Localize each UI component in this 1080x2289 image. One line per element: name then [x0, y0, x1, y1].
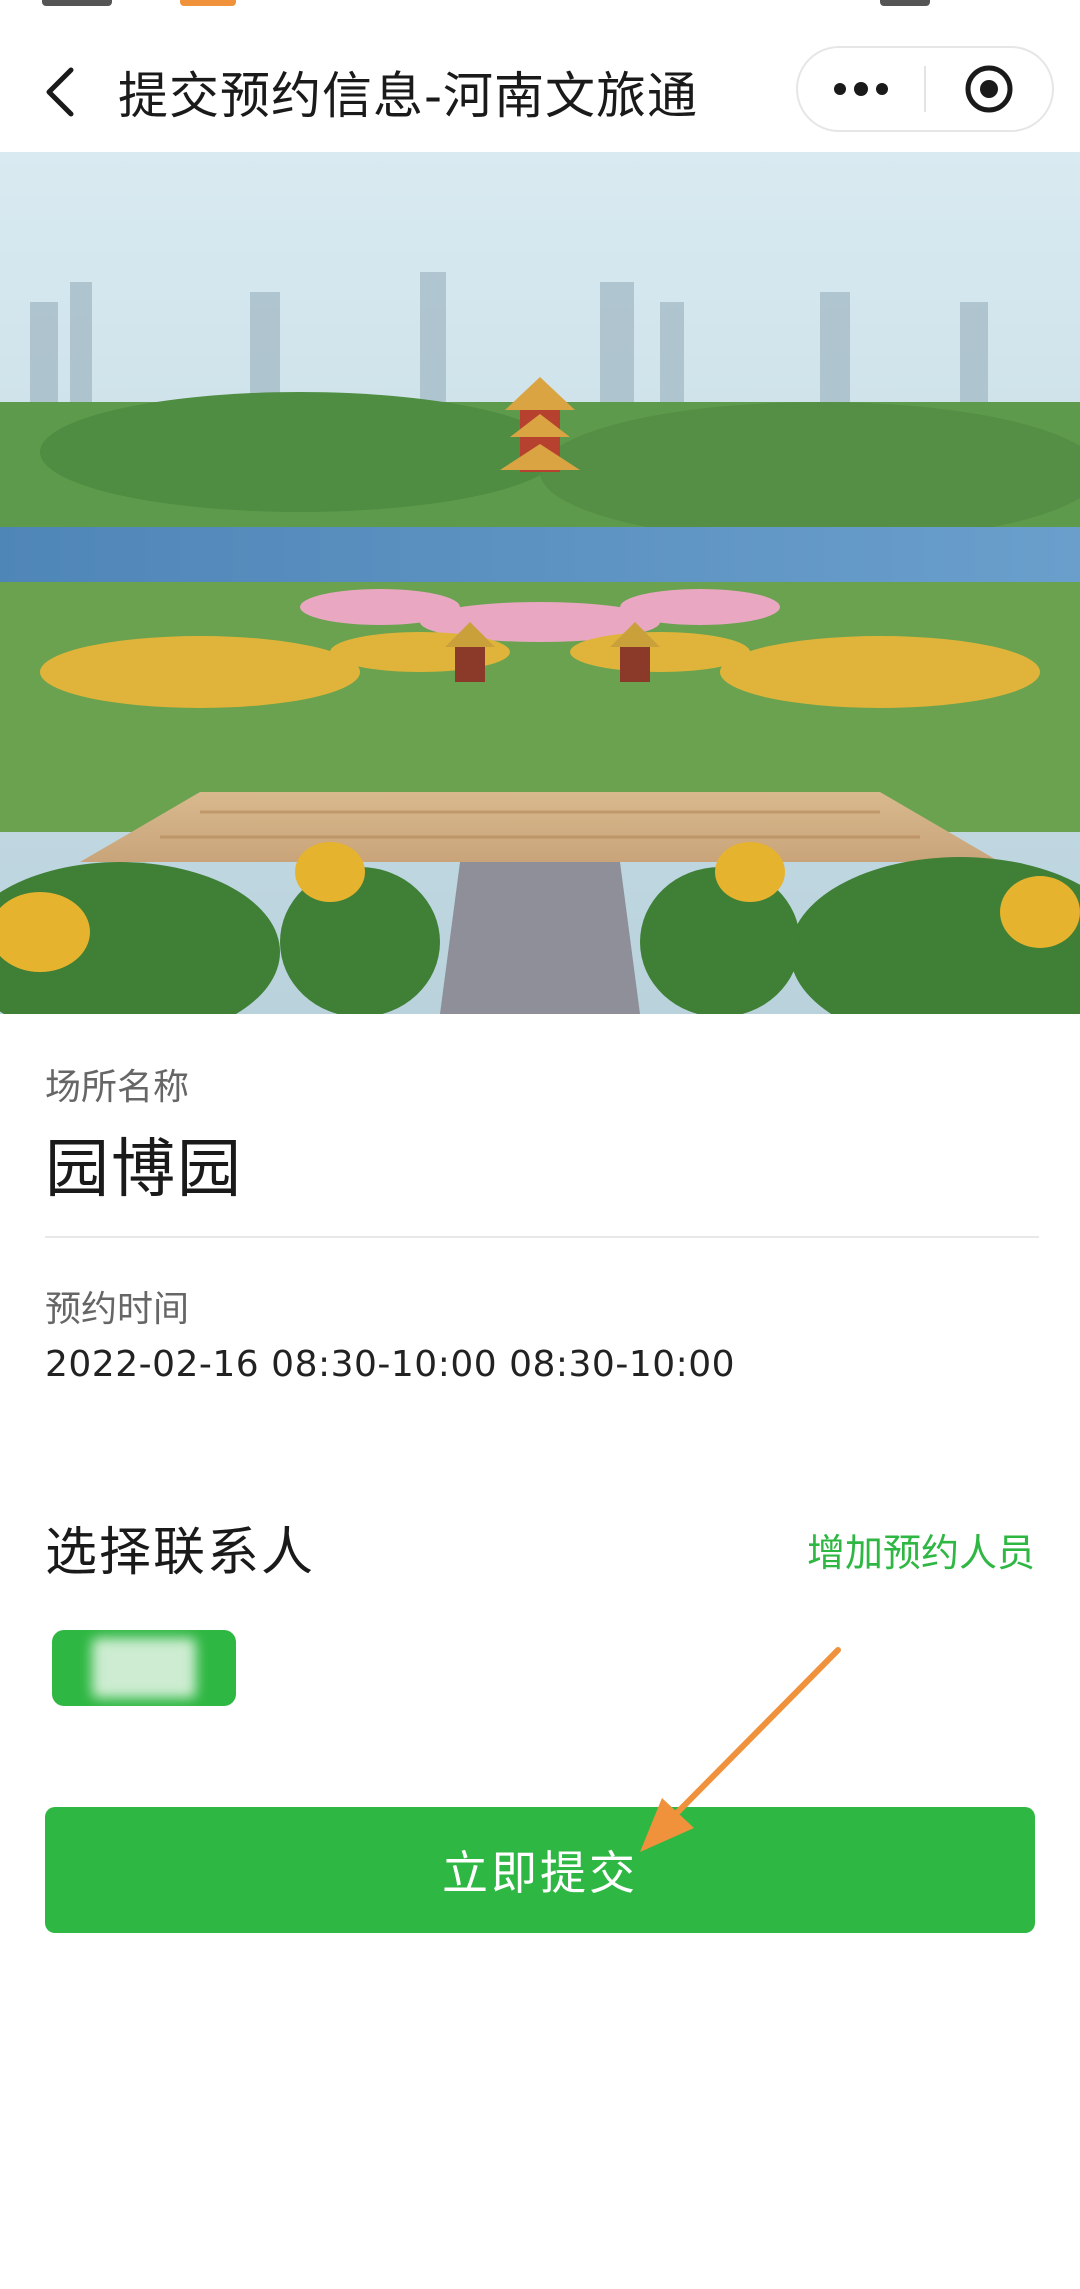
booking-time-label: 预约时间	[45, 1289, 190, 1330]
battery-icon	[880, 0, 930, 6]
redacted-contact-name	[92, 1638, 196, 1698]
contact-chip[interactable]	[52, 1630, 236, 1706]
add-visitor-link[interactable]: 增加预约人员	[807, 1522, 1035, 1577]
chevron-left-icon	[46, 67, 74, 117]
venue-name: 园博园	[45, 1133, 243, 1207]
close-miniprogram-button[interactable]	[926, 48, 1052, 130]
status-bar	[0, 0, 1080, 40]
status-indicator	[42, 0, 112, 6]
submit-button[interactable]: 立即提交	[45, 1807, 1035, 1933]
back-button[interactable]	[30, 62, 90, 122]
section-divider	[45, 1236, 1039, 1238]
navigation-bar: 提交预约信息-河南文旅通	[0, 40, 1080, 152]
page-title: 提交预约信息-河南文旅通	[118, 67, 699, 125]
status-indicator	[180, 0, 236, 6]
venue-banner-image	[0, 152, 1080, 1014]
booking-time-value: 2022-02-16 08:30-10:00 08:30-10:00	[45, 1344, 736, 1385]
miniprogram-capsule	[796, 46, 1054, 132]
target-circle-icon	[965, 65, 1013, 113]
more-dots-icon	[834, 82, 888, 96]
more-button[interactable]	[798, 48, 924, 130]
select-contact-title: 选择联系人	[45, 1523, 316, 1583]
annotation-arrow-icon	[640, 1647, 841, 1852]
venue-label: 场所名称	[45, 1067, 190, 1108]
